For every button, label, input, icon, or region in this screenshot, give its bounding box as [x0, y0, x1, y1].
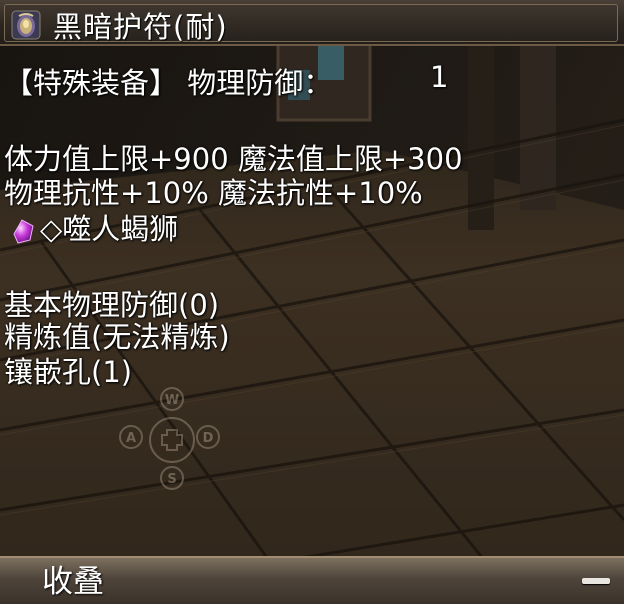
- wasd-s[interactable]: S: [167, 472, 176, 487]
- special-equipment-line: 【特殊装备】 物理防御： 1: [4, 60, 448, 102]
- physical-defense-label: 物理防御：: [187, 66, 333, 100]
- wasd-a[interactable]: A: [126, 431, 136, 446]
- title-frame: 黑暗护符(耐): [4, 4, 618, 44]
- amulet-icon: [11, 10, 41, 40]
- minus-icon[interactable]: [582, 578, 610, 584]
- wasd-d[interactable]: D: [203, 431, 214, 446]
- physical-defense-value: 1: [430, 60, 449, 94]
- special-equipment-tag: 【特殊装备】: [4, 66, 179, 100]
- tooltip-title-bar: 黑暗护符(耐): [0, 0, 624, 46]
- wasd-pad[interactable]: W A D S: [115, 385, 230, 495]
- collapse-label[interactable]: 收叠: [42, 562, 104, 602]
- gem-name: ◇噬人蝎狮: [40, 212, 179, 246]
- socket-count: 镶嵌孔(1): [4, 355, 133, 389]
- collapse-bar[interactable]: 收叠: [0, 556, 624, 604]
- socketed-gem-line: ◇噬人蝎狮: [8, 206, 178, 248]
- item-name: 黑暗护符(耐): [53, 10, 228, 44]
- purple-gem-icon: [8, 216, 38, 246]
- wasd-w[interactable]: W: [165, 393, 179, 408]
